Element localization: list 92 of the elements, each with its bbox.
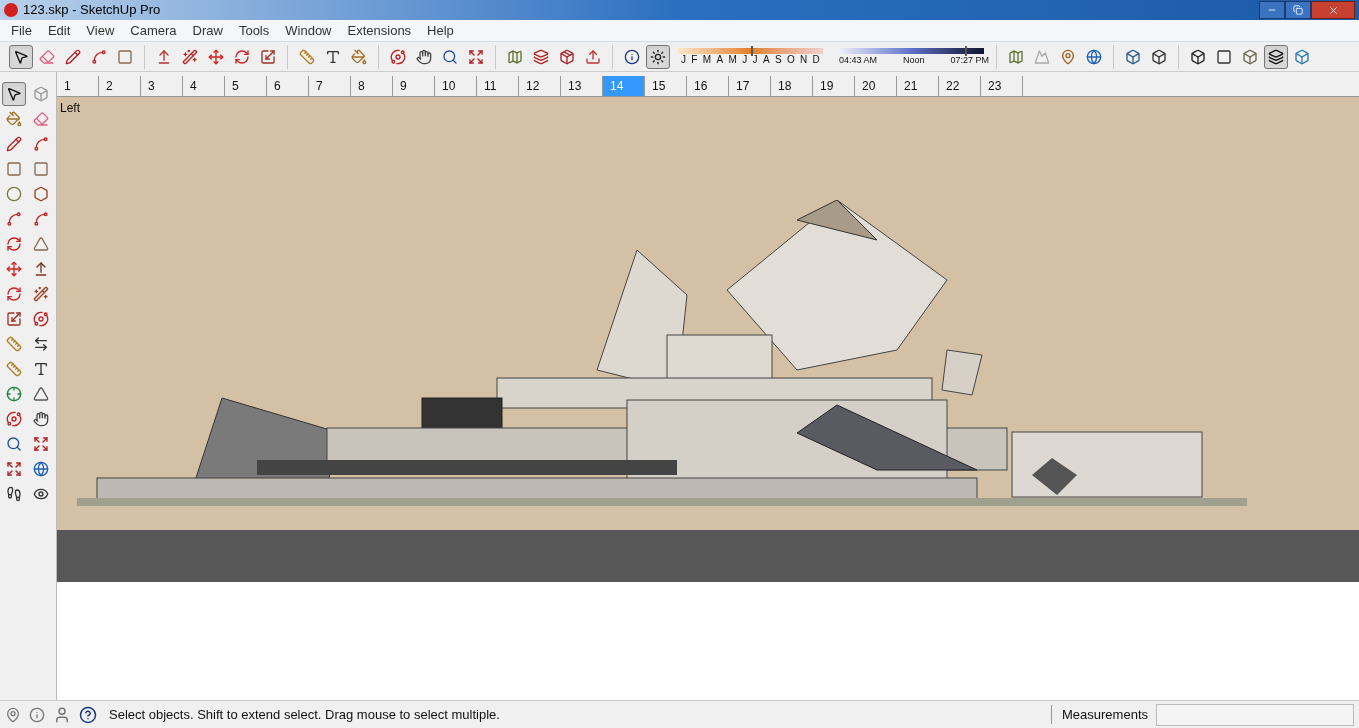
menu-item[interactable]: Edit — [39, 20, 79, 41]
polygon-icon — [33, 186, 49, 202]
time-label: 07:27 PM — [950, 53, 989, 66]
user-icon[interactable] — [53, 705, 71, 724]
layers-icon — [533, 48, 549, 65]
circle-icon — [6, 186, 22, 202]
move-icon — [6, 261, 22, 277]
minimize-button[interactable] — [1259, 1, 1285, 19]
map-icon — [507, 48, 523, 65]
upload-icon — [585, 48, 601, 65]
scale-icon — [260, 48, 276, 65]
month-label: D — [812, 53, 820, 66]
month-label: N — [800, 53, 808, 66]
paint-bucket-icon — [6, 111, 22, 127]
month-label: O — [786, 53, 795, 66]
rotate-icon — [234, 48, 250, 65]
month-label: F — [691, 53, 698, 66]
pointer-icon — [13, 48, 29, 65]
maximize-button[interactable] — [1285, 1, 1311, 19]
menu-item[interactable]: View — [78, 20, 123, 41]
month-slider[interactable] — [678, 47, 823, 54]
app-logo-icon — [4, 3, 18, 17]
pan-icon — [416, 48, 432, 65]
pencil-icon — [6, 136, 22, 152]
time-slider[interactable] — [839, 47, 984, 54]
restore-icon — [1293, 5, 1303, 15]
month-label: A — [762, 53, 770, 66]
month-label: M — [702, 53, 712, 66]
tape-measure-icon — [6, 336, 22, 352]
month-label: J — [681, 53, 686, 66]
package-icon — [559, 48, 575, 65]
measurements-label: Measurements — [1051, 704, 1148, 725]
rectangle-icon — [117, 48, 133, 65]
text-icon — [33, 361, 49, 377]
time-label: Noon — [903, 53, 925, 66]
pan-icon — [33, 411, 49, 427]
menu-item[interactable]: Window — [277, 20, 340, 41]
rotate-icon — [6, 286, 22, 302]
pointer-icon — [6, 86, 22, 102]
paint-bucket-icon — [351, 48, 367, 65]
menu-item[interactable]: Camera — [122, 20, 185, 41]
terrain-icon — [1034, 48, 1050, 65]
eraser-icon — [33, 111, 49, 127]
close-icon — [1327, 4, 1339, 16]
tape-measure-icon — [299, 48, 315, 65]
zoom-extents-icon — [468, 48, 484, 65]
rectangle-icon — [6, 161, 22, 177]
pencil-icon — [65, 48, 81, 65]
orbit-icon — [6, 411, 22, 427]
push-pull-icon — [33, 261, 49, 277]
slider-thumb[interactable] — [965, 45, 968, 56]
globe-icon — [1086, 48, 1102, 65]
move-icon — [208, 48, 224, 65]
month-label: S — [774, 53, 782, 66]
time-label: 04:43 AM — [839, 53, 878, 66]
cube-icon — [1151, 48, 1167, 65]
menu-item[interactable]: Help — [419, 20, 462, 41]
month-label: A — [716, 53, 724, 66]
cube-icon — [1125, 48, 1141, 65]
window-title: 123.skp - SketchUp Pro — [23, 1, 161, 20]
menu-item[interactable]: File — [3, 20, 40, 41]
pointer-tool[interactable] — [2, 82, 26, 106]
dimension-icon — [33, 336, 49, 352]
map-icon — [1008, 48, 1024, 65]
shadow-tool[interactable] — [646, 44, 670, 69]
help-icon[interactable] — [79, 705, 97, 724]
eraser-icon — [39, 48, 55, 65]
menu-item[interactable]: Draw — [184, 20, 231, 41]
location-icon[interactable] — [5, 706, 21, 723]
walk-icon — [6, 486, 22, 502]
text-icon — [325, 48, 341, 65]
zoom-extents-icon — [6, 461, 22, 477]
pin-icon — [1060, 48, 1076, 65]
measurements-field[interactable] — [1156, 703, 1354, 726]
push-pull-icon — [156, 48, 172, 65]
shadow-icon — [650, 48, 666, 65]
info-icon — [624, 48, 640, 65]
month-label: M — [728, 53, 737, 66]
pointer-tool[interactable] — [9, 44, 33, 69]
zoom-icon — [6, 436, 22, 452]
slider-thumb[interactable] — [750, 45, 753, 56]
menu-item[interactable]: Tools — [230, 20, 278, 41]
view-label: Left — [59, 100, 81, 117]
zoom-icon — [442, 48, 458, 65]
month-label: J — [752, 53, 758, 66]
month-label: J — [742, 53, 748, 66]
info-icon[interactable] — [29, 706, 45, 723]
orbit-icon — [390, 48, 406, 65]
scale-icon — [6, 311, 22, 327]
look-around-icon — [33, 486, 49, 502]
status-message: Select objects. Shift to extend select. Drag mouse to select multiple. — [109, 705, 500, 724]
menu-item[interactable]: Extensions — [339, 20, 420, 41]
